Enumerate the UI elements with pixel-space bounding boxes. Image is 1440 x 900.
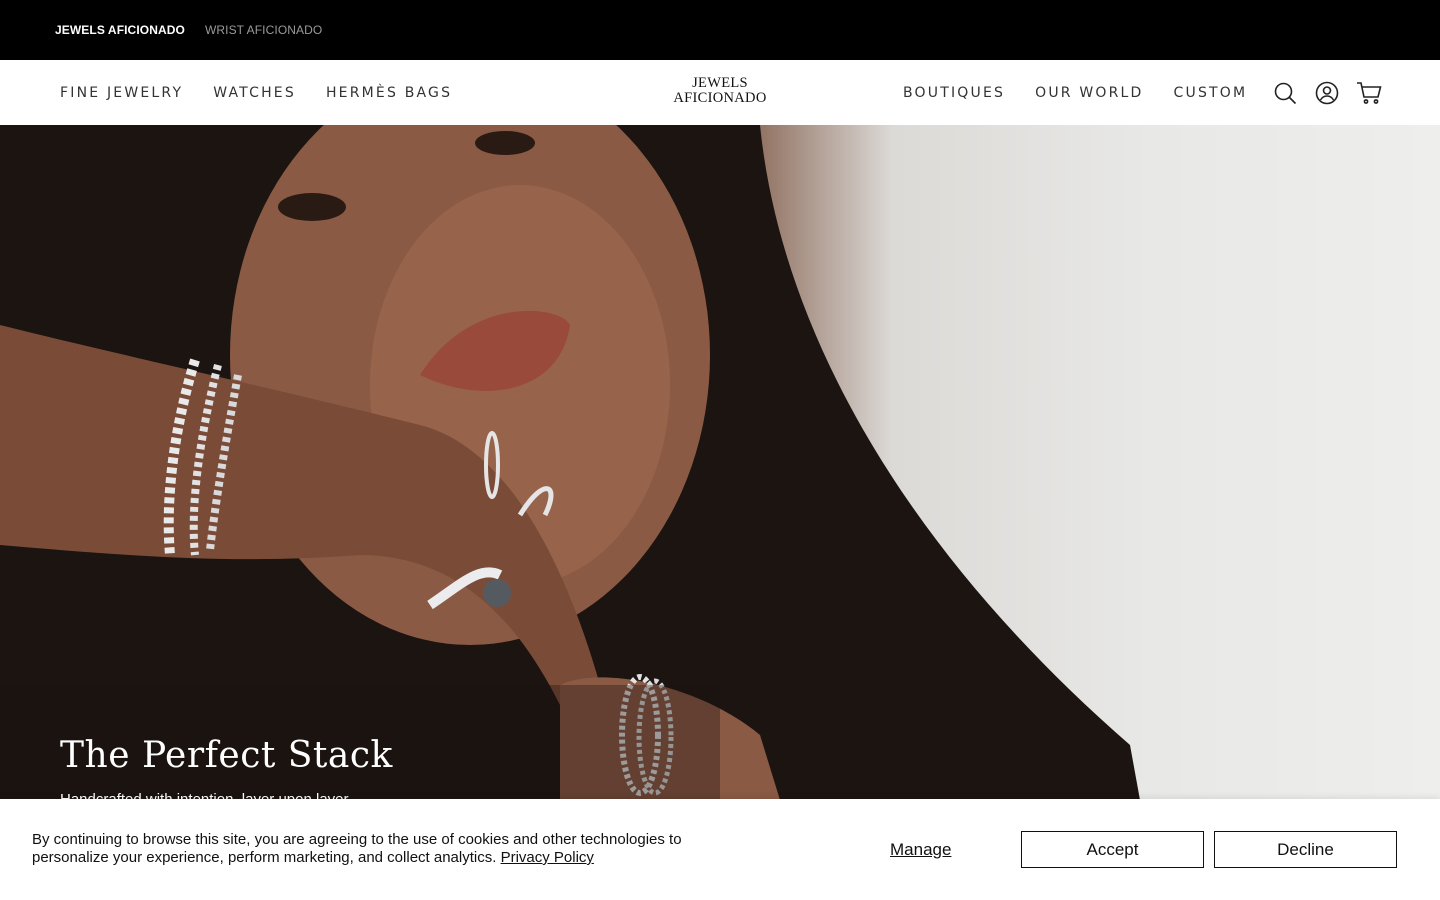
header-icons [1272, 60, 1382, 125]
nav-item-boutiques[interactable]: BOUTIQUES [903, 85, 1005, 101]
cookie-message: By continuing to browse this site, you a… [32, 831, 752, 867]
logo-line-2: AFICIONADO [673, 90, 767, 106]
cookie-banner: By continuing to browse this site, you a… [0, 799, 1440, 900]
cart-icon[interactable] [1356, 80, 1382, 106]
primary-nav-left: FINE JEWELRY WATCHES HERMÈS BAGS [60, 60, 482, 125]
logo-line-1: JEWELS [692, 75, 748, 91]
manage-cookies-link[interactable]: Manage [890, 840, 951, 860]
main-header: FINE JEWELRY WATCHES HERMÈS BAGS JEWELS … [0, 60, 1440, 125]
top-site-switcher: JEWELS AFICIONADO WRIST AFICIONADO [0, 0, 1440, 60]
site-link-jewels-aficionado[interactable]: JEWELS AFICIONADO [55, 23, 185, 37]
account-icon[interactable] [1314, 80, 1340, 106]
site-link-wrist-aficionado[interactable]: WRIST AFICIONADO [205, 23, 322, 37]
nav-item-our-world[interactable]: OUR WORLD [1035, 85, 1143, 101]
hero-banner[interactable]: The Perfect Stack Handcrafted with inten… [0, 125, 1440, 800]
accept-cookies-button[interactable]: Accept [1021, 831, 1204, 868]
decline-cookies-button[interactable]: Decline [1214, 831, 1397, 868]
nav-item-fine-jewelry[interactable]: FINE JEWELRY [60, 85, 183, 101]
nav-item-watches[interactable]: WATCHES [213, 85, 296, 101]
privacy-policy-link[interactable]: Privacy Policy [501, 849, 594, 866]
nav-item-hermes-bags[interactable]: HERMÈS BAGS [326, 85, 452, 101]
hero-title: The Perfect Stack [60, 735, 393, 776]
brand-logo[interactable]: JEWELS AFICIONADO [650, 76, 790, 106]
search-icon[interactable] [1272, 80, 1298, 106]
primary-nav-right: BOUTIQUES OUR WORLD CUSTOM [903, 60, 1247, 125]
nav-item-custom[interactable]: CUSTOM [1174, 85, 1248, 101]
hero-image [0, 125, 1140, 800]
